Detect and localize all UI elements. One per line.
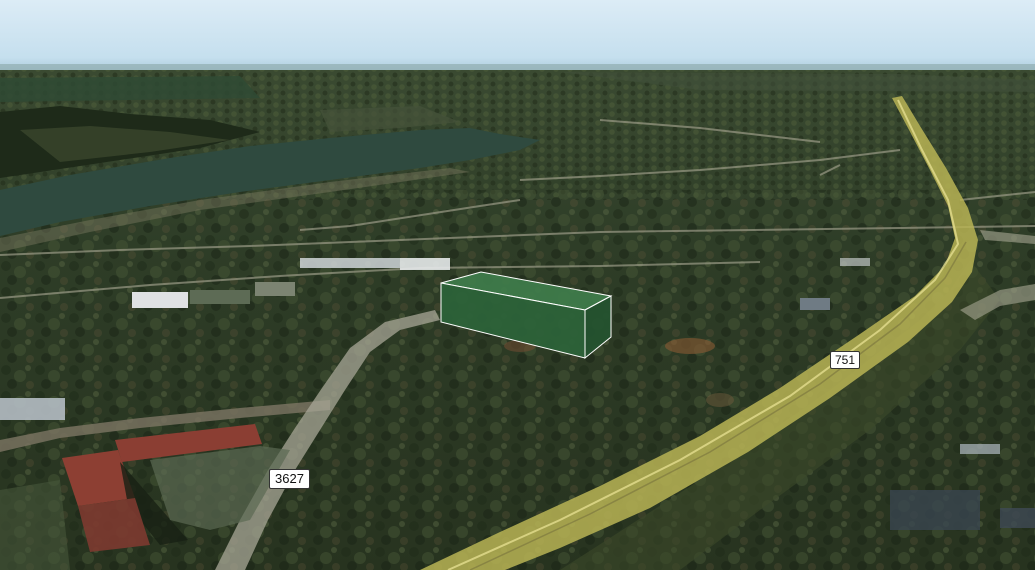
sky [0, 0, 1035, 72]
highway-751-shield: 751 [830, 351, 861, 369]
road-3627-shield: 3627 [269, 469, 310, 489]
aerial-imagery[interactable] [0, 0, 1035, 570]
map-view[interactable]: 751 3627 [0, 0, 1035, 570]
